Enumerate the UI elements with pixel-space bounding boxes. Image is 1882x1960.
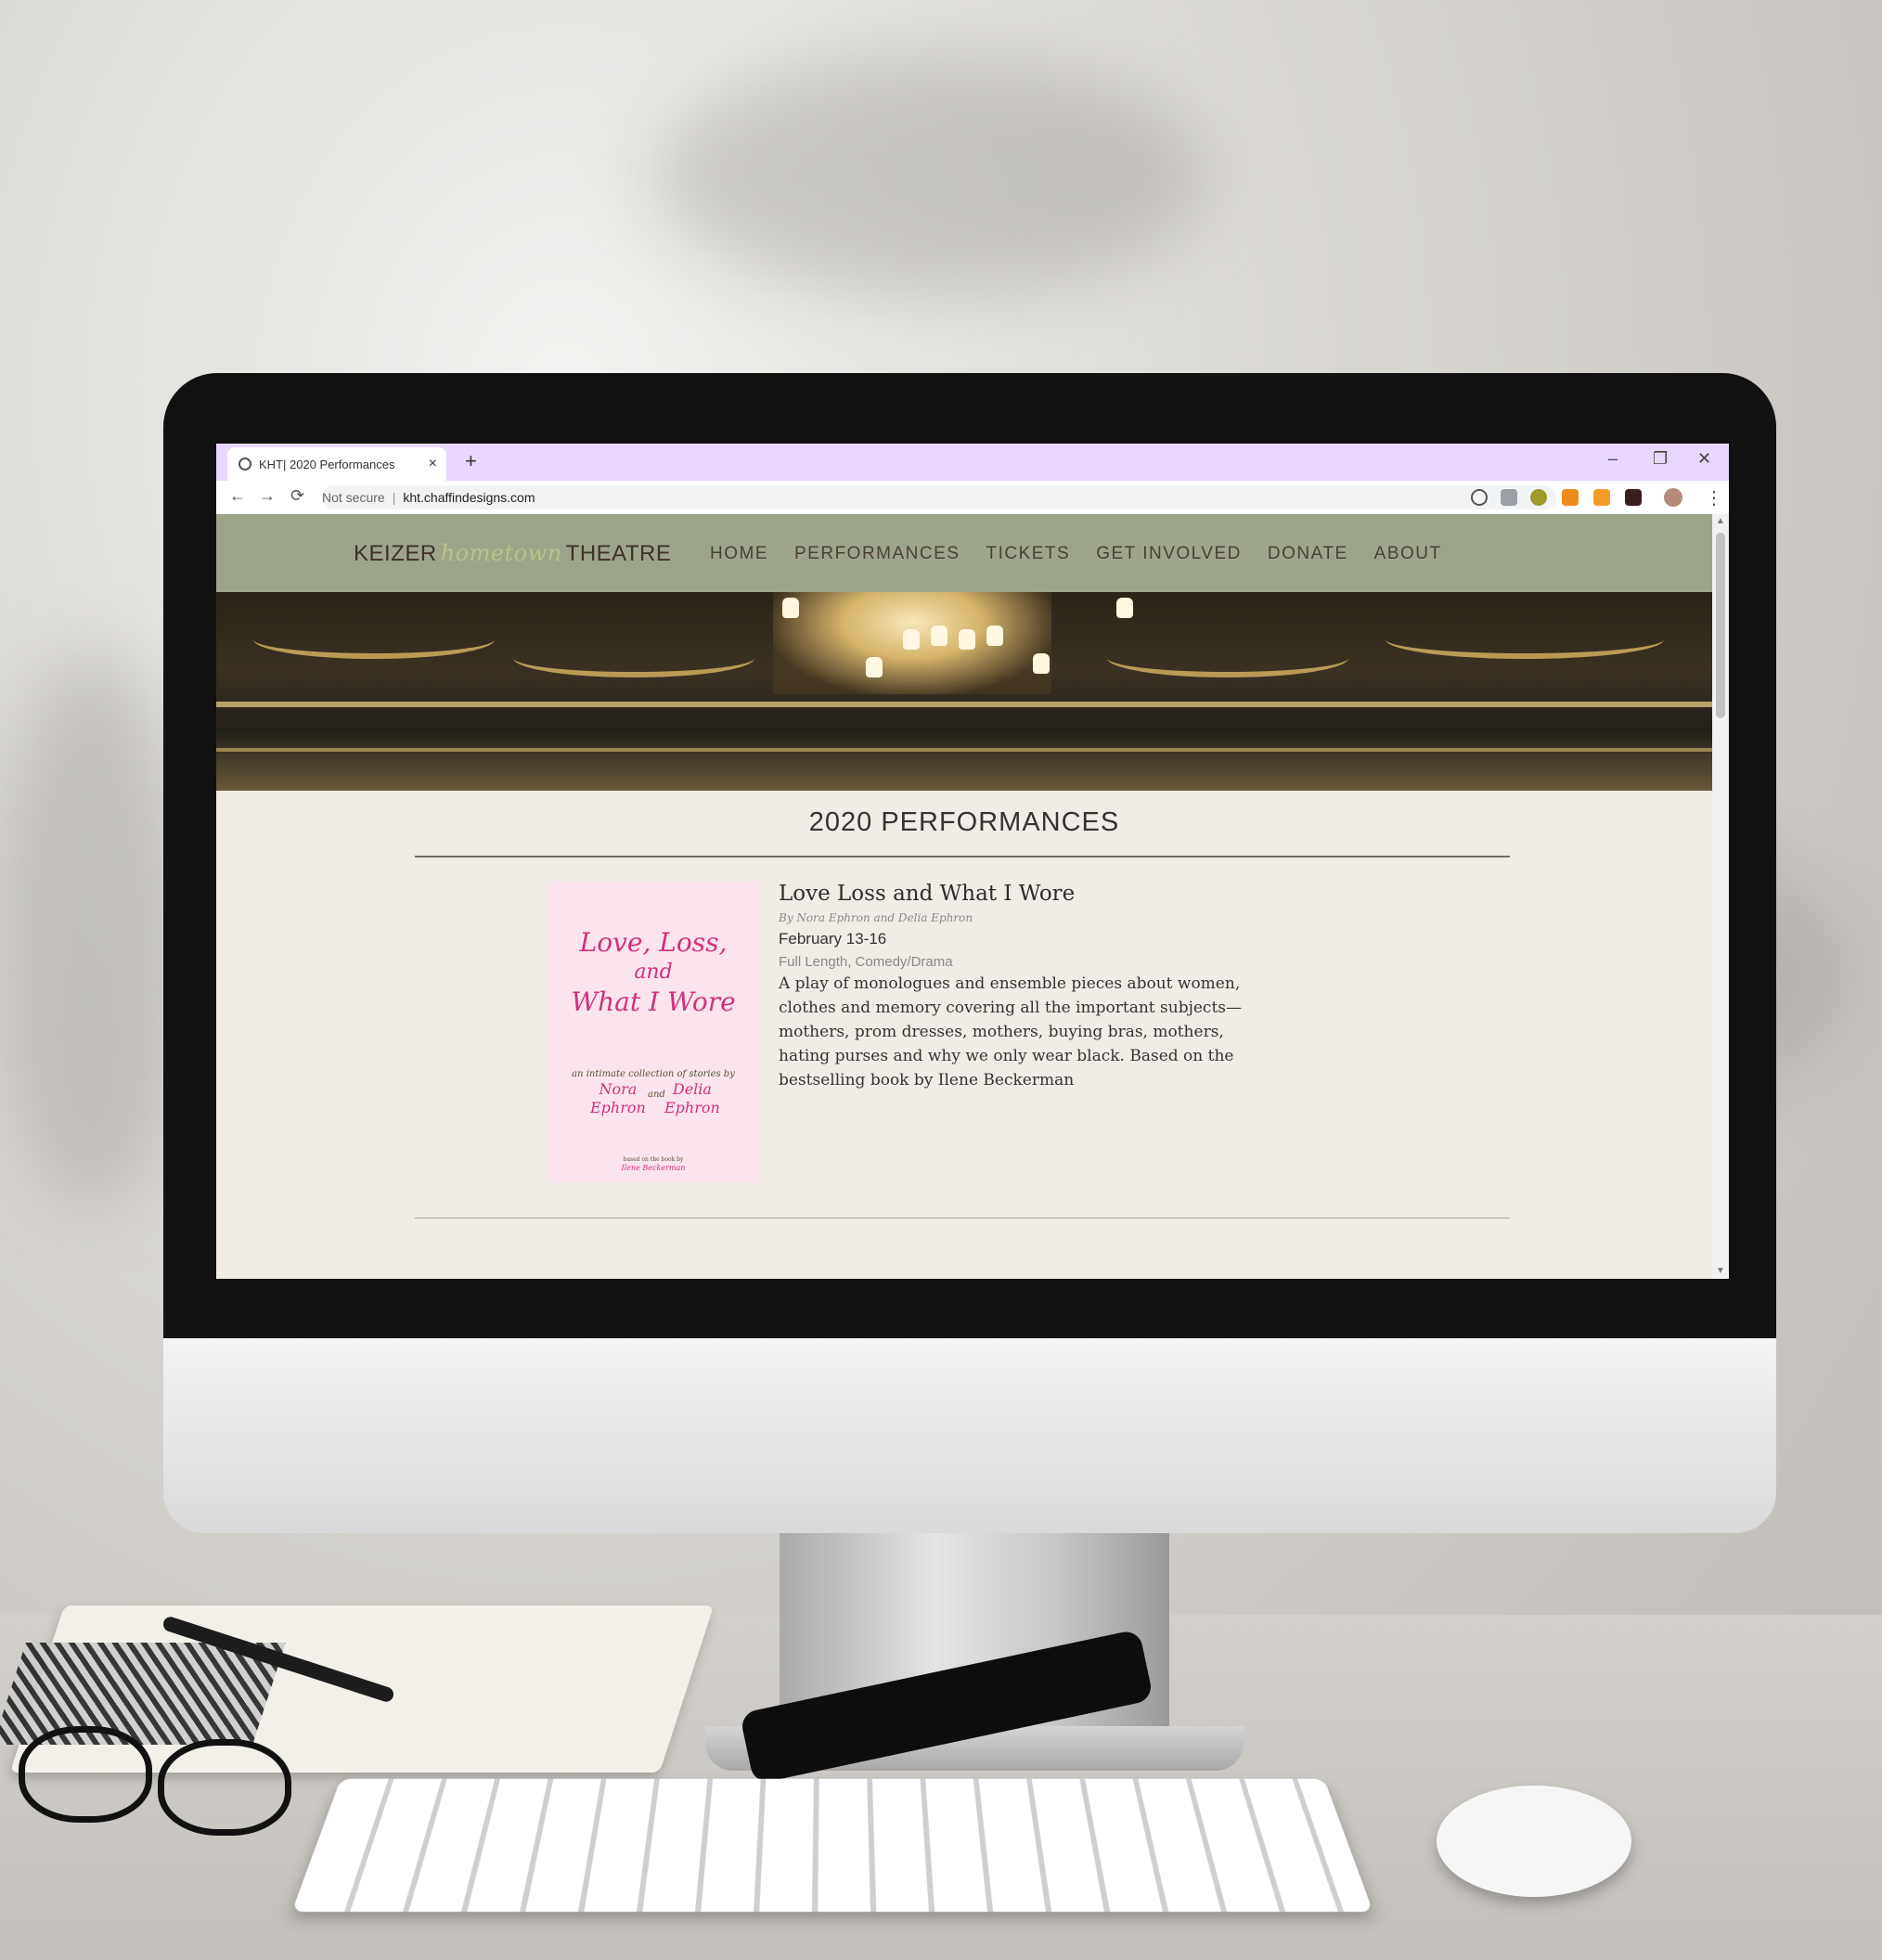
keyboard (291, 1778, 1373, 1913)
balcony-ornament (1386, 620, 1664, 659)
show-poster[interactable]: Love, Loss, and What I Wore an intimate … (548, 882, 759, 1182)
hero-theatre-image (216, 592, 1712, 791)
page-scrollbar[interactable]: ▲ ▼ (1712, 514, 1729, 1279)
poster-author-first: Delia (672, 1080, 712, 1098)
logo-text-right: THEATRE (565, 541, 672, 566)
balcony-rail (216, 702, 1712, 707)
show-byline: By Nora Ephron and Delia Ephron (779, 911, 973, 924)
profile-avatar[interactable] (1664, 488, 1682, 507)
show-title[interactable]: Love Loss and What I Wore (779, 882, 1280, 906)
poster-and: and (648, 1090, 665, 1100)
close-tab-icon[interactable]: × (429, 456, 437, 472)
title-divider (415, 856, 1510, 858)
poster-title-line: Love, Loss, (579, 927, 728, 958)
scroll-up-icon[interactable]: ▲ (1716, 516, 1725, 526)
chandelier-bulb (782, 598, 799, 618)
poster-author-2: Delia Ephron (664, 1080, 720, 1117)
extension-icon[interactable] (1562, 489, 1579, 506)
browser-menu-icon[interactable]: ⋮ (1705, 486, 1723, 509)
section-divider (415, 1218, 1510, 1219)
tab-title: KHT| 2020 Performances (259, 457, 395, 471)
poster-title: Love, Loss, and What I Wore (548, 928, 759, 1017)
poster-author-1: Nora Ephron (590, 1080, 646, 1117)
address-separator: | (392, 490, 396, 505)
logo-text-left: KEIZER (354, 541, 437, 566)
extension-icon[interactable] (1530, 489, 1547, 506)
logo-script-text: hometown (440, 540, 562, 566)
nav-donate[interactable]: DONATE (1268, 544, 1348, 564)
new-tab-button[interactable]: + (465, 449, 477, 473)
poster-title-line: What I Wore (571, 986, 736, 1017)
balcony-ornament (1107, 638, 1348, 677)
eyeglasses (19, 1726, 297, 1836)
show-description: A play of monologues and ensemble pieces… (779, 974, 1242, 1090)
restore-button[interactable]: ❐ (1653, 449, 1668, 469)
block-extension-icon[interactable] (1471, 489, 1488, 506)
show-details: Love Loss and What I Wore By Nora Ephron… (779, 882, 1280, 1092)
chandelier-bulb (903, 629, 920, 650)
monitor-chin (163, 1338, 1776, 1533)
translate-extension-icon[interactable] (1501, 489, 1517, 506)
page-title: 2020 PERFORMANCES (808, 807, 1120, 837)
security-label: Not secure (322, 490, 385, 505)
chandelier-bulb (1033, 653, 1050, 674)
nav-home[interactable]: HOME (710, 544, 768, 564)
chandelier-bulb (986, 625, 1003, 646)
browser-tab-strip: KHT| 2020 Performances × + – ❐ ✕ (216, 444, 1729, 481)
poster-credit-name: Ilene Beckerman (621, 1164, 686, 1172)
reload-button[interactable]: ⟳ (290, 486, 304, 506)
back-button[interactable]: ← (229, 486, 246, 506)
site-logo[interactable]: KEIZER hometown THEATRE (354, 540, 671, 567)
show-genre: Full Length, Comedy/Drama (779, 954, 953, 970)
balcony-ornament (513, 638, 754, 677)
forward-button[interactable]: → (259, 486, 276, 506)
site-header: KEIZER hometown THEATRE HOME PERFORMANCES … (216, 514, 1712, 592)
pdf-extension-icon[interactable] (1625, 489, 1642, 506)
show-dates: February 13-16 (779, 930, 887, 948)
mouse (1437, 1786, 1631, 1897)
close-window-button[interactable]: ✕ (1697, 449, 1711, 469)
screen: KHT| 2020 Performances × + – ❐ ✕ ← → ⟳ i… (216, 444, 1729, 1279)
browser-toolbar: ← → ⟳ i Not secure | kht.chaffindesigns.… (216, 481, 1729, 591)
nav-get-involved[interactable]: GET INVOLVED (1096, 544, 1242, 564)
poster-subtitle: an intimate collection of stories by (572, 1069, 735, 1079)
poster-author-first: Nora (599, 1080, 638, 1098)
chandelier-bulb (866, 657, 883, 677)
poster-title-line: and (634, 961, 673, 984)
balcony-rail (216, 748, 1712, 752)
balcony-ornament (253, 620, 495, 659)
scrollbar-thumb[interactable] (1716, 533, 1725, 718)
address-bar[interactable]: i Not secure | kht.chaffindesigns.com ☆ (322, 485, 1556, 591)
url-text: kht.chaffindesigns.com (403, 490, 535, 505)
nav-about[interactable]: ABOUT (1374, 544, 1442, 564)
wall-texture (650, 56, 1206, 297)
browser-tab[interactable]: KHT| 2020 Performances × (227, 447, 446, 481)
globe-icon (238, 458, 251, 471)
nav-tickets[interactable]: TICKETS (986, 544, 1070, 564)
main-navigation: HOME PERFORMANCES TICKETS GET INVOLVED D… (710, 544, 1442, 564)
main-content: 2020 PERFORMANCES Love, Loss, and What I… (216, 791, 1712, 1279)
chandelier-bulb (1116, 598, 1133, 618)
nav-performances[interactable]: PERFORMANCES (794, 544, 960, 564)
extension-icon[interactable] (1593, 489, 1610, 506)
chandelier-bulb (959, 629, 975, 650)
poster-author-last: Ephron (590, 1099, 646, 1116)
poster-credit-label: based on the book by (623, 1156, 684, 1163)
wall-texture (0, 650, 186, 1206)
chandelier-bulb (931, 625, 947, 646)
minimize-button[interactable]: – (1608, 449, 1618, 469)
scroll-down-icon[interactable]: ▼ (1716, 1266, 1725, 1276)
poster-author-last: Ephron (664, 1099, 720, 1116)
